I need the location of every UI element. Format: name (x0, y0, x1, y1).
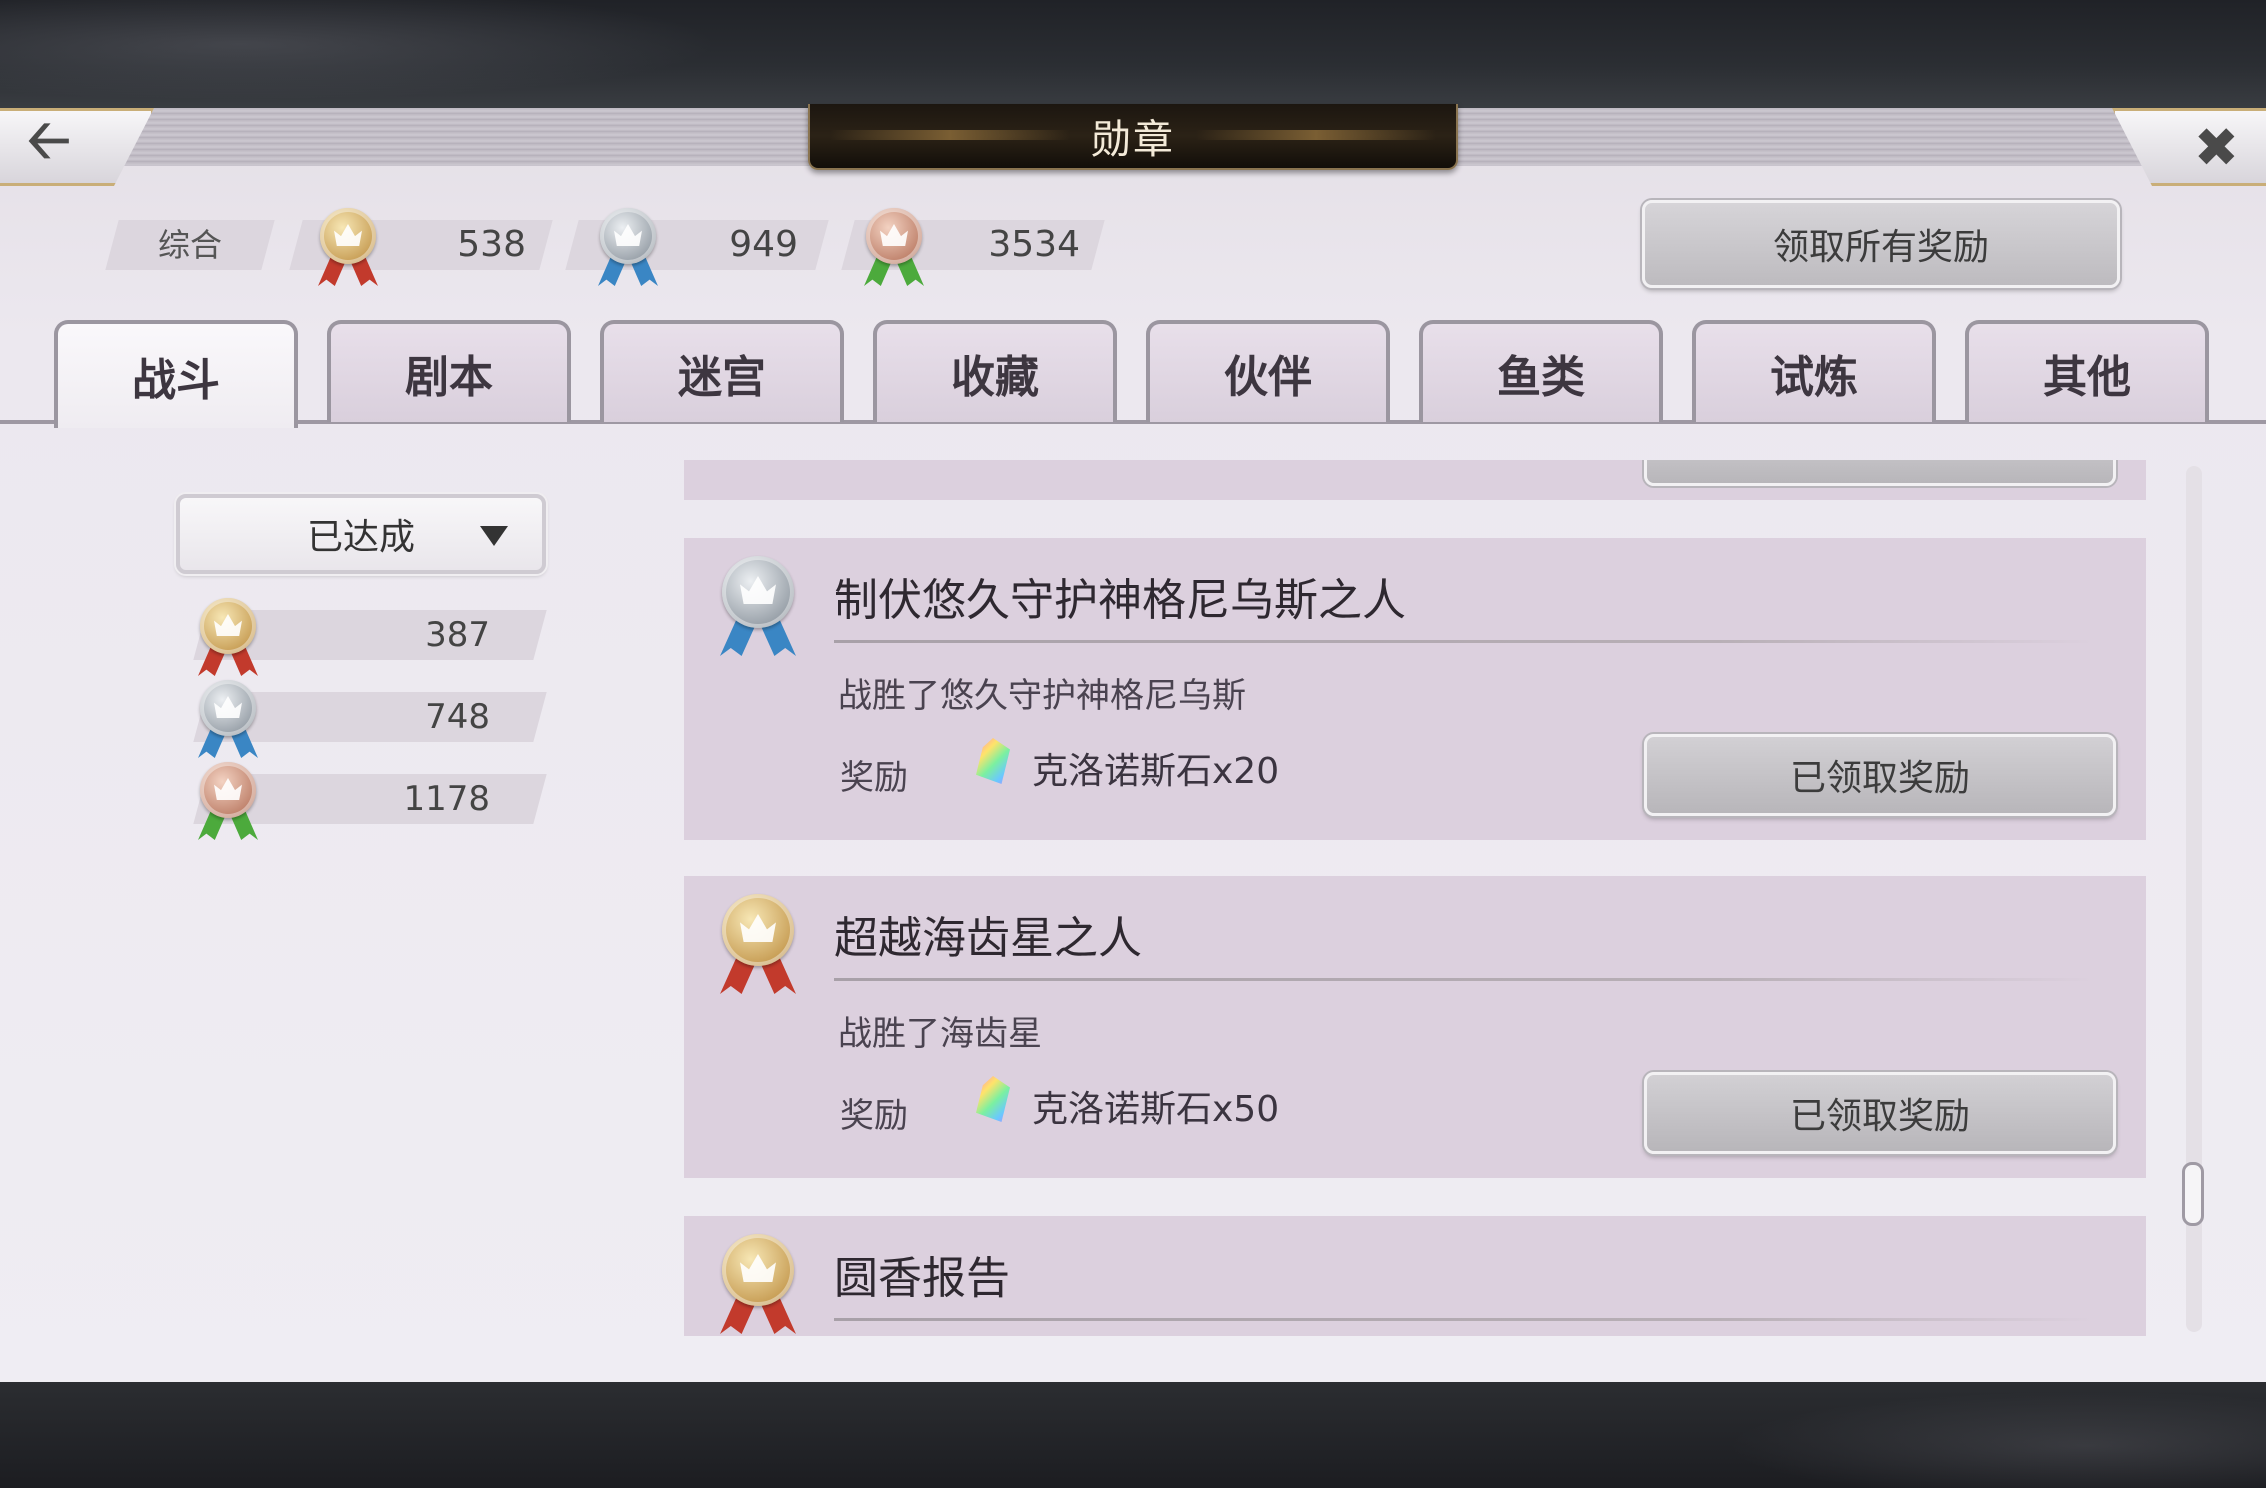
achievement-list[interactable]: 制伏悠久守护神格尼乌斯之人 战胜了悠久守护神格尼乌斯 奖励 克洛诺斯石x20 已… (684, 460, 2146, 1336)
title-plate: 勋章 (808, 104, 1458, 170)
reward-label: 奖励 (840, 1096, 908, 1136)
chevron-down-icon (480, 526, 508, 546)
tab-partner[interactable]: 伙伴 (1146, 320, 1390, 422)
bronze-medal-icon (862, 208, 926, 286)
tab-fish[interactable]: 鱼类 (1419, 320, 1663, 422)
list-item: 超越海齿星之人 战胜了海齿星 奖励 克洛诺斯石x50 已领取奖励 (684, 876, 2146, 1178)
list-item-partial (684, 460, 2146, 500)
filter-silver-count: 748 (425, 697, 490, 737)
achievement-title: 超越海齿星之人 (834, 913, 1142, 964)
gold-medal-icon (196, 598, 260, 676)
reward-text: 克洛诺斯石x20 (1032, 751, 1280, 792)
summary-bronze: 3534 (841, 208, 1108, 286)
achievement-title: 圆香报告 (834, 1253, 1010, 1304)
filter-gold-count: 387 (425, 615, 490, 655)
tab-collection[interactable]: 收藏 (873, 320, 1117, 422)
list-item: 圆香报告 (684, 1216, 2146, 1336)
claimed-reward-button[interactable]: 已领取奖励 (1644, 1072, 2116, 1154)
achievement-description: 战胜了悠久守护神格尼乌斯 (838, 676, 1246, 716)
bottom-background (0, 1382, 2266, 1488)
filter-bronze-count: 1178 (403, 779, 490, 819)
tab-script[interactable]: 剧本 (327, 320, 571, 422)
list-item: 制伏悠久守护神格尼乌斯之人 战胜了悠久守护神格尼乌斯 奖励 克洛诺斯石x20 已… (684, 538, 2146, 840)
scrollbar-thumb[interactable] (2182, 1162, 2204, 1226)
claimed-reward-button[interactable]: 已领取奖励 (1644, 734, 2116, 816)
summary-silver: 949 (565, 208, 832, 286)
summary-bronze-count: 3534 (988, 224, 1080, 265)
reward-text: 克洛诺斯石x50 (1032, 1089, 1280, 1130)
summary-label: 综合 (105, 220, 275, 270)
filter-bronze-row: 1178 (180, 762, 550, 840)
silver-medal-icon (196, 680, 260, 758)
summary-gold-count: 538 (457, 224, 526, 265)
tab-labyrinth[interactable]: 迷宫 (600, 320, 844, 422)
gold-medal-icon (718, 894, 798, 994)
filter-silver-row: 748 (180, 680, 550, 758)
filter-gold-row: 387 (180, 598, 550, 676)
divider (834, 1318, 2094, 1321)
claimed-button-partial[interactable] (1644, 460, 2116, 486)
close-icon: ✖ (2193, 115, 2239, 179)
chronos-stone-icon (976, 1076, 1010, 1122)
summary-gold: 538 (289, 208, 556, 286)
claim-all-button[interactable]: 领取所有奖励 (1642, 200, 2120, 288)
title-ornament-right (1196, 130, 1436, 140)
top-background (0, 0, 2266, 110)
arrow-left-icon: 🡠 (27, 108, 71, 171)
silver-medal-icon (596, 208, 660, 286)
tab-battle[interactable]: 战斗 (54, 320, 298, 428)
summary-silver-count: 949 (729, 224, 798, 265)
title-ornament-left (830, 130, 1070, 140)
page-title: 勋章 (1091, 117, 1175, 163)
divider (834, 640, 2094, 643)
filter-selected: 已达成 (306, 517, 415, 558)
chronos-stone-icon (976, 738, 1010, 784)
reward-label: 奖励 (840, 758, 908, 798)
divider (834, 978, 2094, 981)
filter-dropdown[interactable]: 已达成 (176, 494, 546, 574)
tab-trial[interactable]: 试炼 (1692, 320, 1936, 422)
bronze-medal-icon (196, 762, 260, 840)
silver-medal-icon (718, 556, 798, 656)
gold-medal-icon (718, 1234, 798, 1334)
gold-medal-icon (316, 208, 380, 286)
tab-other[interactable]: 其他 (1965, 320, 2209, 422)
achievement-title: 制伏悠久守护神格尼乌斯之人 (834, 575, 1406, 626)
achievement-description: 战胜了海齿星 (838, 1014, 1042, 1054)
